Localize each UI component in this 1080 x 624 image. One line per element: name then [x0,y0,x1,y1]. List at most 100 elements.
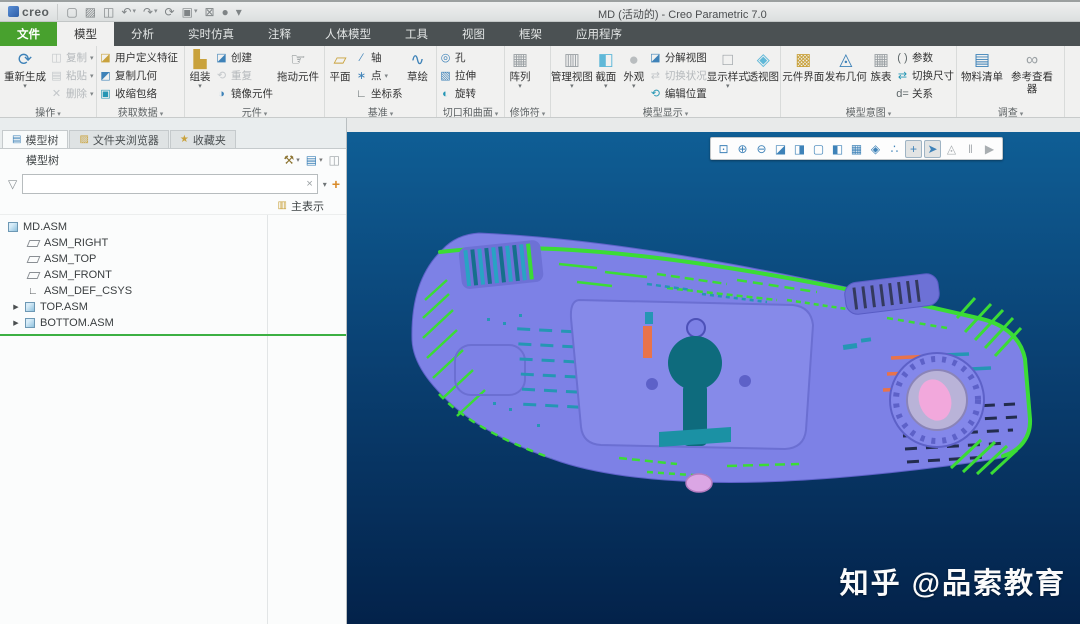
exploded-view-button[interactable]: ◪分解视图 [649,49,707,66]
revolve-button[interactable]: ◐旋转 [439,85,476,102]
appearance-button[interactable]: ● 外观 ▾ [621,47,647,104]
datum-plane-icon [27,240,41,247]
shrinkwrap-button[interactable]: ▣收缩包络 [99,85,178,102]
switch-state-icon: ⇄ [649,69,662,82]
tree-item-csys[interactable]: ∟ASM_DEF_CSYS [0,283,346,299]
extrude-button[interactable]: ▧拉伸 [439,67,476,84]
tree-item-plane[interactable]: ASM_FRONT [0,267,346,283]
tab-folder-browser[interactable]: ▨文件夹浏览器 [69,130,168,148]
copy-geometry-button[interactable]: ◩复制几何 [99,67,178,84]
tab-live-simulation[interactable]: 实时仿真 [171,22,251,46]
tree-item-plane[interactable]: ASM_RIGHT [0,235,346,251]
creo-logo[interactable]: creo [6,4,58,20]
expand-arrow-icon[interactable]: ▶ [12,303,20,311]
copy-button[interactable]: ◫复制▾ [50,49,94,66]
add-filter-icon[interactable]: + [332,176,340,192]
mirror-component-icon: ◑ [215,88,228,100]
tree-item-subassembly[interactable]: ▶TOP.ASM [0,299,346,315]
family-table-icon: ▦ [873,49,889,71]
customize-toolbar-icon[interactable]: ▾ [236,5,242,19]
udf-icon: ◪ [99,51,112,64]
tree-filters-button[interactable]: ⚒▾ [284,153,300,167]
graphics-viewport[interactable]: ⊡ ⊕ ⊖ ◪ ◨ ▢ ◧ ▦ ◈ ∴ + ➤ ◬ ‖ ▶ [347,132,1080,624]
regenerate-button[interactable]: ⟳ 重新生成 ▾ [2,47,48,104]
udf-button[interactable]: ◪用户定义特征 [99,49,178,66]
hole-button[interactable]: ◎孔 [439,49,476,66]
switch-state-button[interactable]: ⇄切换状况 [649,67,707,84]
group-label-component[interactable]: 元件▾ [185,104,324,117]
window-switch-icon[interactable]: ▣▾ [182,5,198,19]
tree-item-plane[interactable]: ASM_TOP [0,251,346,267]
reference-viewer-button[interactable]: ∞ 参考查看器 [1007,47,1057,104]
save-icon[interactable]: ◫ [103,5,114,19]
redo-icon[interactable]: ↷▾ [143,5,158,19]
model-3d[interactable] [347,132,1080,624]
sketch-button[interactable]: ∿ 草绘 [405,47,431,104]
edit-position-button[interactable]: ⟲编辑位置 [649,85,707,102]
group-label-cut-surface[interactable]: 切口和曲面▾ [437,104,504,117]
tab-analysis[interactable]: 分析 [114,22,171,46]
tab-manikin[interactable]: 人体模型 [308,22,388,46]
perspective-button[interactable]: ◈ 透视图 [749,47,778,104]
pattern-button[interactable]: ▦ 阵列 ▾ [507,47,533,104]
connection-status-icon: ● [222,5,229,19]
clear-search-icon[interactable]: × [306,178,312,190]
csys-button[interactable]: ∟坐标系 [355,85,403,102]
component-interface-button[interactable]: ▩ 元件界面 [783,47,824,104]
group-label-model-display[interactable]: 模型显示▾ [551,104,780,117]
pattern-icon: ▦ [512,49,528,71]
group-label-operations[interactable]: 操作▾ [0,104,96,117]
group-label-get-data[interactable]: 获取数据▾ [97,104,184,117]
bom-button[interactable]: ▤ 物料清单 [959,47,1005,104]
tree-columns-button[interactable]: ▤▾ [306,153,323,167]
tree-item-root[interactable]: MD.ASM [0,219,346,235]
assemble-button[interactable]: ▙ 组装 ▾ [187,47,213,104]
tree-search-input[interactable] [27,178,306,190]
switch-dimensions-button[interactable]: ⇄切换尺寸 [896,67,954,84]
tab-framework[interactable]: 框架 [502,22,559,46]
tree-settings-button[interactable]: ◫ [329,153,340,167]
close-window-icon[interactable]: ⊠ [204,5,214,19]
manage-views-button[interactable]: ▥ 管理视图 ▾ [553,47,591,104]
point-button[interactable]: ∗点▾ [355,67,403,84]
drag-component-button[interactable]: ☞ 拖动元件 [275,47,321,104]
group-label-modifiers[interactable]: 修饰符▾ [505,104,550,117]
filter-funnel-icon[interactable]: ▽ [8,177,17,191]
relations-button[interactable]: d=关系 [896,85,954,102]
axis-button[interactable]: ∕轴 [355,49,403,66]
group-label-model-intent[interactable]: 模型意图▾ [781,104,956,117]
tab-model[interactable]: 模型 [57,22,114,46]
create-component-button[interactable]: ◪创建 [215,49,273,66]
repeat-button[interactable]: ⟲重复 [215,67,273,84]
tab-model-tree[interactable]: ▤模型树 [2,130,68,148]
family-table-button[interactable]: ▦ 族表 [868,47,894,104]
tab-view[interactable]: 视图 [445,22,502,46]
mirror-component-button[interactable]: ◑镜像元件 [215,85,273,102]
appearance-icon: ● [629,49,639,71]
relations-icon: d= [896,88,909,100]
new-file-icon[interactable]: ▢ [66,5,77,19]
display-style-button[interactable]: □ 显示样式 ▾ [709,47,747,104]
paste-button[interactable]: ▤粘贴▾ [50,67,94,84]
insert-here-indicator[interactable] [0,334,346,336]
tab-annotate[interactable]: 注释 [251,22,308,46]
tree-item-subassembly[interactable]: ▶BOTTOM.ASM [0,315,346,331]
undo-icon[interactable]: ↶▾ [121,5,136,19]
open-file-icon[interactable]: ▨ [85,5,96,19]
tab-file[interactable]: 文件 [0,22,57,46]
section-button[interactable]: ◧ 截面 ▾ [593,47,619,104]
plane-button[interactable]: ▱ 平面 [327,47,353,104]
expand-arrow-icon[interactable]: ▶ [12,319,20,327]
csys-icon: ∟ [28,286,39,297]
parameters-button[interactable]: ( )参数 [896,49,954,66]
tab-tools[interactable]: 工具 [388,22,445,46]
search-dropdown-icon[interactable]: ▾ [323,180,327,189]
publish-geometry-button[interactable]: ◬ 发布几何 [826,47,867,104]
group-label-datum[interactable]: 基准▾ [325,104,436,117]
regenerate-quick-icon[interactable]: ⟳ [165,5,175,19]
delete-button[interactable]: ✕删除▾ [50,85,94,102]
tab-applications[interactable]: 应用程序 [559,22,639,46]
group-label-investigate[interactable]: 调查▾ [957,104,1064,117]
delete-icon: ✕ [50,87,63,100]
tab-favorites[interactable]: ★收藏夹 [170,130,236,148]
